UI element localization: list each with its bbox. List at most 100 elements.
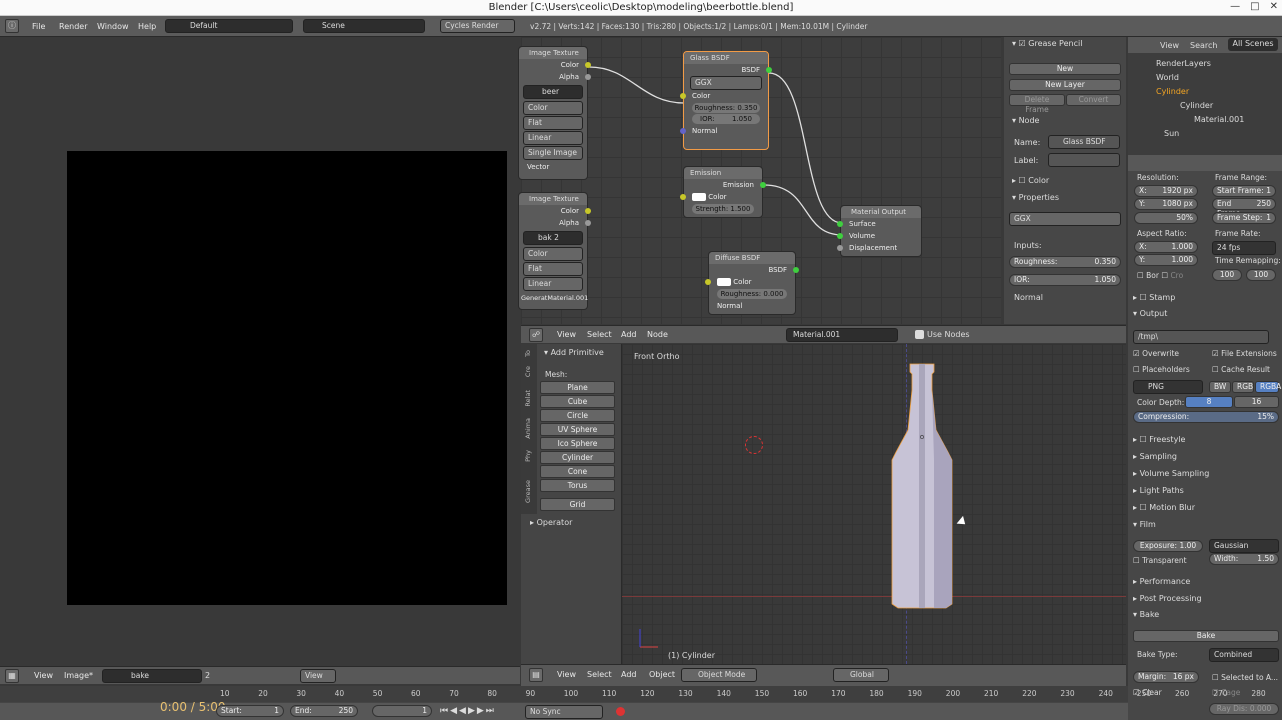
start-field[interactable]: Start: 1 [216, 705, 284, 717]
delete-frame-button[interactable]: Delete Frame [1009, 94, 1065, 114]
roughness-field[interactable]: Roughness: 0.350 [1009, 256, 1121, 268]
light-paths-panel-header[interactable]: ▸ Light Paths [1133, 486, 1184, 495]
properties-tabs[interactable] [1128, 155, 1282, 171]
node-diffuse-bsdf[interactable]: Diffuse BSDF BSDF Color Roughness: 0.000… [705, 251, 799, 315]
border-checkbox[interactable]: ☐ Bor ☐ Cro [1137, 271, 1183, 280]
convert-button[interactable]: Convert [1066, 94, 1121, 106]
tab-physics[interactable]: Phy [524, 450, 532, 462]
image-datablock[interactable]: bak 2 [523, 231, 583, 245]
3d-cursor-icon[interactable] [745, 436, 763, 454]
menu-render[interactable]: Render [53, 16, 93, 37]
minimize-icon[interactable]: — [1230, 1, 1240, 12]
menu-file[interactable]: File [26, 16, 51, 37]
file-format-select[interactable]: PNG [1133, 380, 1203, 394]
color-swatch[interactable] [692, 193, 706, 201]
image-datablock[interactable]: beer [523, 85, 583, 99]
tab-relations[interactable]: Relat [524, 390, 532, 407]
menu-window[interactable]: Window [91, 16, 135, 37]
distribution-select[interactable]: GGX [690, 76, 762, 90]
layout-select[interactable]: Default [165, 19, 293, 33]
transparent-checkbox[interactable]: ☐ Transparent [1133, 556, 1187, 565]
outliner-item-cylinder[interactable]: Cylinder [1156, 87, 1189, 96]
add-cylinder-button[interactable]: Cylinder [540, 451, 615, 464]
3d-viewport[interactable] [622, 344, 1126, 664]
add-plane-button[interactable]: Plane [540, 381, 615, 394]
distribution-select[interactable]: GGX [1009, 212, 1121, 226]
output-panel-header[interactable]: ▾ Output [1133, 309, 1167, 318]
outliner-item-world[interactable]: World [1156, 73, 1179, 82]
output-path-field[interactable]: /tmp\ [1133, 330, 1269, 344]
tab-grease-pencil[interactable]: Grease [524, 480, 532, 503]
operator-panel-header[interactable]: ▸ Operator [530, 518, 572, 527]
stamp-panel-header[interactable]: ▸ ☐ Stamp [1133, 293, 1175, 302]
roughness-slider[interactable]: Roughness: 0.000 [717, 289, 787, 299]
record-icon[interactable] [616, 707, 625, 716]
selected-to-active-checkbox[interactable]: ☐ Selected to A... [1212, 673, 1278, 682]
depth-16-button[interactable]: 16 [1234, 396, 1279, 408]
resolution-pct-field[interactable]: 50% [1134, 212, 1198, 224]
rgba-button[interactable]: RGBA [1255, 381, 1281, 393]
node-emission[interactable]: Emission Emission Color Strength: 1.500 [680, 166, 766, 218]
ray-distance-field[interactable]: Ray Dis: 0.000 [1209, 703, 1279, 715]
resolution-y-field[interactable]: Y: 1080 px [1134, 198, 1198, 210]
render-engine-select[interactable]: Cycles Render [440, 19, 515, 33]
outliner-item-renderlayers[interactable]: RenderLayers [1156, 59, 1211, 68]
ior-field[interactable]: IOR: 1.050 [692, 114, 760, 124]
compression-slider[interactable]: Compression: 15% [1133, 411, 1279, 423]
timeline[interactable]: 10 20 30 40 50 60 70 80 90 100 110 120 130 140 150 160 1… [0, 686, 1266, 720]
menu-add[interactable]: Add [615, 326, 643, 344]
add-torus-button[interactable]: Torus [540, 479, 615, 492]
add-cone-button[interactable]: Cone [540, 465, 615, 478]
end-frame-field[interactable]: End Frame: 250 [1212, 198, 1276, 218]
tab-create[interactable]: Cre [524, 366, 532, 377]
sampling-panel-header[interactable]: ▸ Sampling [1133, 452, 1177, 461]
source-select[interactable]: Single Image [523, 146, 583, 160]
node-image-texture-2[interactable]: Image Texture Color Alpha bak 2 Color Fl… [518, 192, 591, 310]
start-frame-field[interactable]: Start Frame: 1 [1212, 185, 1276, 197]
menu-view[interactable]: View [551, 326, 582, 344]
projection-select[interactable]: Flat [523, 262, 583, 276]
menu-image[interactable]: Image* [58, 667, 99, 685]
editor-type-icon[interactable]: ▤ [529, 668, 543, 682]
rgb-button[interactable]: RGB [1232, 381, 1254, 393]
add-primitive-header[interactable]: ▾ Add Primitive [544, 348, 604, 357]
aspect-x-field[interactable]: X: 1.000 [1134, 241, 1198, 253]
add-circle-button[interactable]: Circle [540, 409, 615, 422]
resolution-x-field[interactable]: X: 1920 px [1134, 185, 1198, 197]
bake-margin-field[interactable]: Margin: 16 px [1133, 671, 1199, 683]
menu-select[interactable]: Select [581, 326, 618, 344]
end-field[interactable]: End: 250 [290, 705, 358, 717]
remap-old-field[interactable]: 100 [1212, 269, 1242, 281]
projection-select[interactable]: Flat [523, 116, 583, 130]
film-panel-header[interactable]: ▾ Film [1133, 520, 1156, 529]
color-swatch[interactable] [717, 278, 731, 286]
menu-node[interactable]: Node [641, 326, 674, 344]
tab-tools[interactable]: To [524, 350, 532, 357]
menu-view[interactable]: View [28, 667, 59, 685]
node-name-field[interactable]: Glass BSDF [1053, 137, 1106, 146]
editor-type-icon[interactable]: ☍ [529, 328, 543, 342]
frame-step-field[interactable]: Frame Step: 1 [1212, 212, 1276, 224]
motion-blur-panel-header[interactable]: ▸ ☐ Motion Blur [1133, 503, 1195, 512]
close-icon[interactable]: ✕ [1270, 1, 1278, 12]
use-nodes-checkbox[interactable] [915, 330, 924, 339]
node-panel-header[interactable]: ▾ Node [1012, 116, 1039, 125]
menu-view[interactable]: View [551, 665, 582, 685]
bake-button[interactable]: Bake [1133, 630, 1279, 642]
current-frame-field[interactable]: 1 [372, 705, 432, 717]
roughness-slider[interactable]: Roughness: 0.350 [692, 103, 760, 113]
filter-width-field[interactable]: Width: 1.50 [1209, 553, 1279, 565]
node-label-field[interactable] [1048, 153, 1120, 167]
image-canvas[interactable] [67, 151, 507, 605]
add-cube-button[interactable]: Cube [540, 395, 615, 408]
pixel-filter-select[interactable]: Gaussian [1209, 539, 1279, 553]
material-select[interactable]: Material.001 [786, 328, 898, 342]
depth-8-button[interactable]: 8 [1185, 396, 1233, 408]
add-ico-sphere-button[interactable]: Ico Sphere [540, 437, 615, 450]
mode-select[interactable]: Object Mode [681, 668, 757, 682]
grease-pencil-header[interactable]: ▾ ☑ Grease Pencil [1012, 39, 1082, 48]
image-select[interactable]: bake [102, 669, 202, 683]
menu-view[interactable]: View [1160, 41, 1179, 50]
freestyle-panel-header[interactable]: ▸ ☐ Freestyle [1133, 435, 1185, 444]
interpolation-select[interactable]: Linear [523, 131, 583, 145]
